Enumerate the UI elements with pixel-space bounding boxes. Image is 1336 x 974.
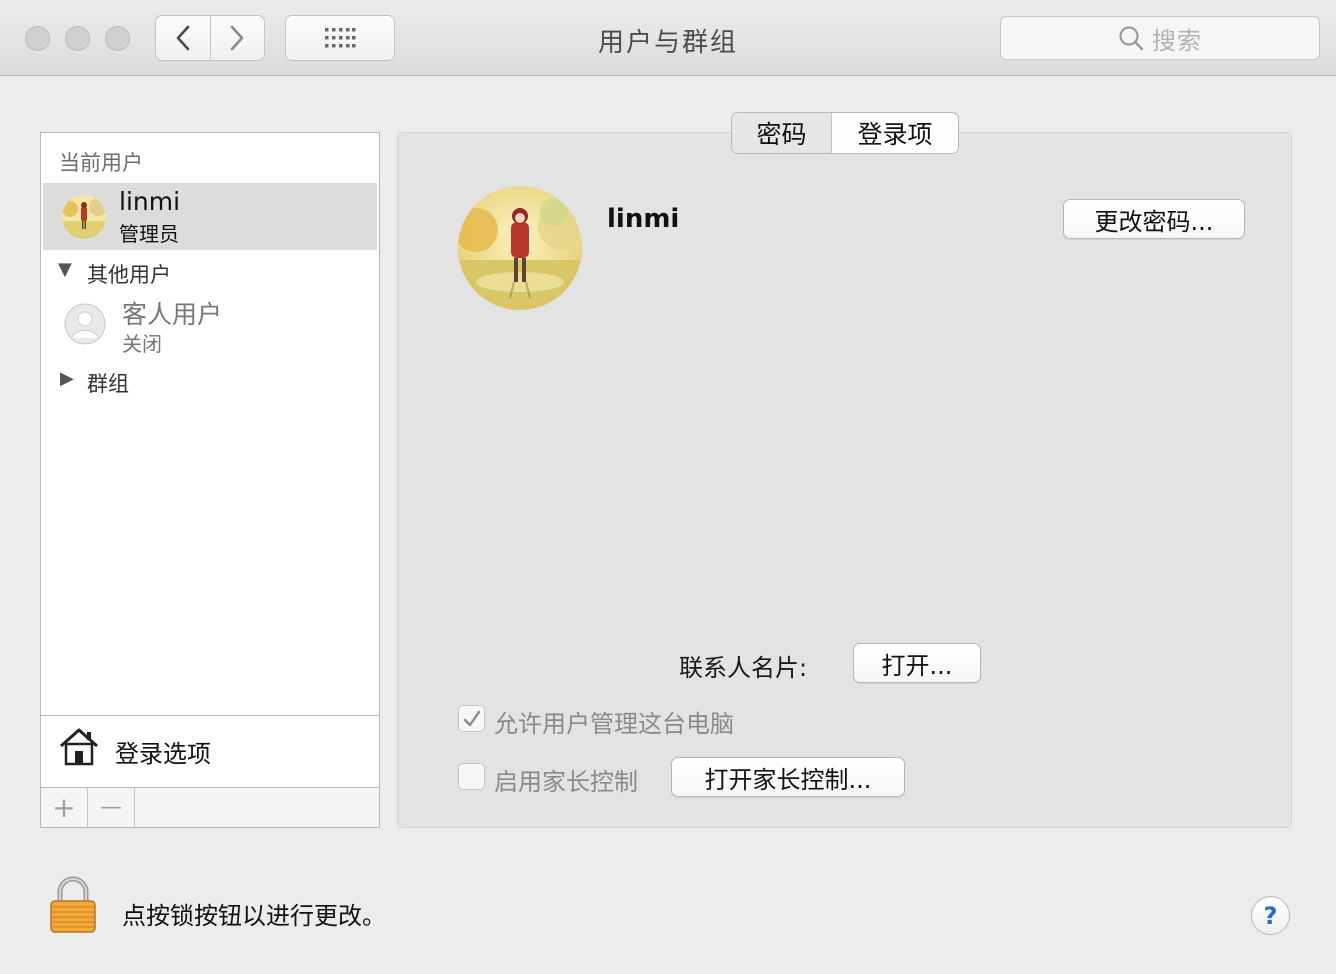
search-placeholder: 搜索: [1152, 26, 1202, 55]
title-bar: 用户与群组 搜索: [0, 0, 1336, 76]
user-picture[interactable]: [458, 186, 582, 310]
user-row-linmi[interactable]: linmi 管理员: [43, 183, 377, 250]
other-users-header: 其他用户: [87, 263, 171, 287]
lock-message: 点按锁按钮以进行更改。: [122, 902, 386, 930]
lock-button[interactable]: [48, 876, 98, 938]
guest-name: 客人用户: [122, 300, 223, 329]
login-options-item[interactable]: 登录选项: [40, 715, 380, 788]
parental-controls-checkbox[interactable]: [458, 763, 485, 790]
lock-icon: [50, 876, 96, 933]
disclosure-open-icon[interactable]: ▼: [58, 259, 72, 280]
guest-avatar-icon: [64, 303, 106, 345]
open-contact-button[interactable]: 打开...: [853, 643, 981, 683]
contact-card-label: 联系人名片:: [679, 654, 808, 682]
remove-user-button[interactable]: —: [88, 788, 135, 827]
disclosure-closed-icon[interactable]: ▶: [60, 368, 74, 389]
detail-user-name: linmi: [607, 204, 680, 234]
tab-password[interactable]: 密码: [732, 113, 832, 153]
add-user-button[interactable]: +: [41, 788, 88, 827]
search-field[interactable]: 搜索: [1000, 16, 1320, 60]
user-avatar: [62, 195, 106, 239]
house-icon: [60, 728, 98, 766]
groups-item[interactable]: 群组: [87, 368, 129, 398]
tab-bar: 密码 登录项: [731, 112, 959, 154]
change-password-button[interactable]: 更改密码...: [1063, 199, 1245, 239]
search-icon: [1119, 26, 1144, 51]
allow-admin-label: 允许用户管理这台电脑: [494, 710, 734, 738]
allow-admin-checkbox[interactable]: [458, 705, 485, 732]
tab-login-items[interactable]: 登录项: [832, 113, 958, 153]
login-options-label: 登录选项: [115, 740, 211, 768]
guest-status: 关闭: [122, 332, 162, 356]
help-button[interactable]: ?: [1251, 896, 1290, 935]
user-list: 当前用户 linmi 管理员 ▼ 其他用户 客人用户 关闭 ▶ 群组: [40, 132, 380, 716]
open-parental-controls-button[interactable]: 打开家长控制...: [671, 757, 905, 797]
checkmark-icon: [463, 710, 480, 726]
current-user-name: linmi: [119, 187, 181, 216]
parental-controls-label: 启用家长控制: [494, 768, 638, 796]
current-user-role: 管理员: [119, 222, 179, 246]
add-remove-bar: + —: [40, 787, 380, 828]
current-users-header: 当前用户: [59, 151, 143, 175]
